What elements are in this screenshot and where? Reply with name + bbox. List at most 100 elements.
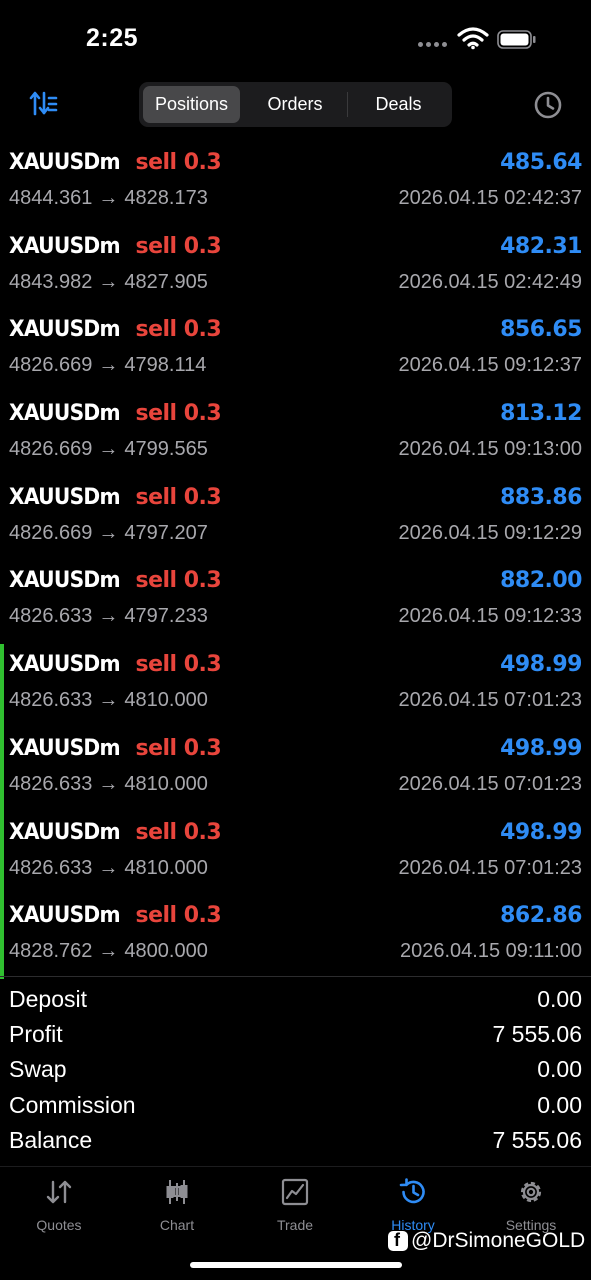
summary-row-deposit: Deposit 0.00 xyxy=(9,983,582,1018)
deal-prices: 4826.669 → 4799.565 xyxy=(9,438,208,461)
deal-row[interactable]: XAUUSDm sell 0.3 862.86 4828.762 → 4800.000 20… xyxy=(0,895,591,979)
deal-row-header: XAUUSDm sell 0.3 498.99 xyxy=(9,652,582,682)
summary-row-commission: Commission 0.00 xyxy=(9,1089,582,1124)
deal-time: 2026.04.15 07:01:23 xyxy=(398,856,582,879)
deal-row-header: XAUUSDm sell 0.3 856.65 xyxy=(9,317,582,347)
tabbar-history[interactable]: History xyxy=(354,1177,472,1233)
trade-icon xyxy=(281,1178,309,1206)
home-indicator[interactable] xyxy=(190,1262,402,1268)
tabbar-chart[interactable]: Chart xyxy=(118,1177,236,1233)
tab-positions[interactable]: Positions xyxy=(143,86,240,123)
deal-row[interactable]: XAUUSDm sell 0.3 882.00 4826.633 → 4797.233 20… xyxy=(0,560,591,644)
deal-profit: 498.99 xyxy=(500,819,582,845)
deal-close-price: 4798.114 xyxy=(124,354,207,377)
deal-open-price: 4826.633 xyxy=(9,856,93,879)
deal-row[interactable]: XAUUSDm sell 0.3 883.86 4826.669 → 4797.207 20… xyxy=(0,477,591,561)
deal-open-price: 4826.669 xyxy=(9,438,93,461)
deal-prices: 4844.361 → 4828.173 xyxy=(9,187,208,210)
deal-open-price: 4826.633 xyxy=(9,605,93,628)
deal-open-price: 4826.633 xyxy=(9,689,93,712)
deal-row-details: 4826.633 → 4797.233 2026.04.15 09:12:33 xyxy=(9,605,582,631)
tabbar-label: Chart xyxy=(159,1217,195,1233)
deal-symbol: XAUUSDm xyxy=(9,401,121,427)
deal-open-price: 4843.982 xyxy=(9,270,93,293)
deal-close-price: 4810.000 xyxy=(124,856,208,879)
arrow-right-icon: → xyxy=(98,438,119,461)
deal-open-price: 4828.762 xyxy=(9,940,93,963)
deal-close-price: 4810.000 xyxy=(124,772,208,795)
deal-row-header: XAUUSDm sell 0.3 498.99 xyxy=(9,736,582,766)
deal-prices: 4826.669 → 4798.114 xyxy=(9,354,206,377)
segment-divider xyxy=(347,92,348,117)
deal-row[interactable]: XAUUSDm sell 0.3 498.99 4826.633 → 4810.000 20… xyxy=(0,811,591,896)
deal-symbol: XAUUSDm xyxy=(9,484,121,510)
deal-row-details: 4828.762 → 4800.000 2026.04.15 09:11:00 xyxy=(9,940,582,966)
deal-row-header: XAUUSDm sell 0.3 813.12 xyxy=(9,401,582,431)
tabbar-settings[interactable]: Settings xyxy=(472,1177,590,1233)
deal-row[interactable]: XAUUSDm sell 0.3 856.65 4826.669 → 4798.114 20… xyxy=(0,309,591,393)
deal-prices: 4828.762 → 4800.000 xyxy=(9,940,208,963)
deal-profit: 482.31 xyxy=(500,233,582,259)
tabbar-label: Quotes xyxy=(36,1217,82,1233)
arrow-right-icon: → xyxy=(98,772,119,795)
status-time: 2:25 xyxy=(86,24,139,52)
summary-value: 7 555.06 xyxy=(492,1126,582,1153)
deal-open-price: 4826.669 xyxy=(9,354,93,377)
tab-orders[interactable]: Orders xyxy=(245,86,345,123)
deal-side: sell 0.3 xyxy=(135,401,222,427)
deal-row[interactable]: XAUUSDm sell 0.3 813.12 4826.669 → 4799.565 20… xyxy=(0,393,591,477)
arrow-right-icon: → xyxy=(98,187,119,209)
deal-profit: 856.65 xyxy=(500,317,582,343)
deal-row[interactable]: XAUUSDm sell 0.3 498.99 4826.633 → 4810.000 20… xyxy=(0,644,591,728)
summary-row-profit: Profit 7 555.06 xyxy=(9,1018,582,1053)
deal-row-details: 4844.361 → 4828.173 2026.04.15 02:42:37 xyxy=(9,187,582,213)
sort-icon[interactable] xyxy=(28,90,58,118)
deal-row-header: XAUUSDm sell 0.3 498.99 xyxy=(9,820,582,850)
tab-deals[interactable]: Deals xyxy=(349,86,448,123)
deal-prices: 4826.633 → 4810.000 xyxy=(9,857,208,880)
summary-value: 0.00 xyxy=(537,1056,582,1083)
deal-close-price: 4799.565 xyxy=(124,438,208,461)
deal-profit: 883.86 xyxy=(500,484,582,510)
deal-row[interactable]: XAUUSDm sell 0.3 485.64 4844.361 → 4828.173 20… xyxy=(0,142,591,226)
deal-open-price: 4844.361 xyxy=(9,187,93,209)
tabbar-quotes[interactable]: Quotes xyxy=(0,1177,118,1233)
deal-profit: 813.12 xyxy=(500,401,582,427)
summary-row-balance: Balance 7 555.06 xyxy=(9,1124,582,1159)
deal-symbol: XAUUSDm xyxy=(9,819,121,845)
deal-row-header: XAUUSDm sell 0.3 883.86 xyxy=(9,485,582,515)
deal-profit: 498.99 xyxy=(500,652,582,678)
deal-prices: 4826.633 → 4797.233 xyxy=(9,605,208,628)
summary-label: Profit xyxy=(9,1021,63,1048)
deal-row-details: 4826.633 → 4810.000 2026.04.15 07:01:23 xyxy=(9,773,582,799)
clock-icon[interactable] xyxy=(533,90,563,120)
deal-row-details: 4826.669 → 4798.114 2026.04.15 09:12:37 xyxy=(9,354,582,380)
deal-time: 2026.04.15 02:42:49 xyxy=(398,270,582,293)
deal-prices: 4826.669 → 4797.207 xyxy=(9,522,208,545)
deal-list: XAUUSDm sell 0.3 485.64 4844.361 → 4828.173 20… xyxy=(0,142,591,979)
deal-time: 2026.04.15 09:12:37 xyxy=(398,354,582,377)
deal-time: 2026.04.15 09:12:29 xyxy=(398,521,582,544)
deal-profit: 862.86 xyxy=(500,903,582,929)
summary-label: Balance xyxy=(9,1126,93,1153)
watermark-text: @DrSimoneGOLD xyxy=(411,1229,586,1252)
deal-side: sell 0.3 xyxy=(135,819,222,845)
deal-side: sell 0.3 xyxy=(135,568,222,594)
deal-side: sell 0.3 xyxy=(135,150,222,175)
deal-symbol: XAUUSDm xyxy=(9,150,121,175)
deal-open-price: 4826.633 xyxy=(9,772,93,795)
summary-value: 7 555.06 xyxy=(492,1021,582,1048)
deal-time: 2026.04.15 07:01:23 xyxy=(398,689,582,712)
tabbar-trade[interactable]: Trade xyxy=(236,1177,354,1233)
deal-row[interactable]: XAUUSDm sell 0.3 482.31 4843.982 → 4827.905 20… xyxy=(0,226,591,310)
deal-close-price: 4810.000 xyxy=(124,689,208,712)
deal-symbol: XAUUSDm xyxy=(9,568,121,594)
deal-open-price: 4826.669 xyxy=(9,521,93,544)
deal-side: sell 0.3 xyxy=(135,735,222,761)
deal-prices: 4843.982 → 4827.905 xyxy=(9,271,208,294)
deal-row-details: 4826.669 → 4799.565 2026.04.15 09:13:00 xyxy=(9,438,582,464)
deal-time: 2026.04.15 09:11:00 xyxy=(399,940,582,963)
deal-prices: 4826.633 → 4810.000 xyxy=(9,773,208,796)
deal-row[interactable]: XAUUSDm sell 0.3 498.99 4826.633 → 4810.000 20… xyxy=(0,727,591,812)
deal-profit: 498.99 xyxy=(500,735,582,761)
